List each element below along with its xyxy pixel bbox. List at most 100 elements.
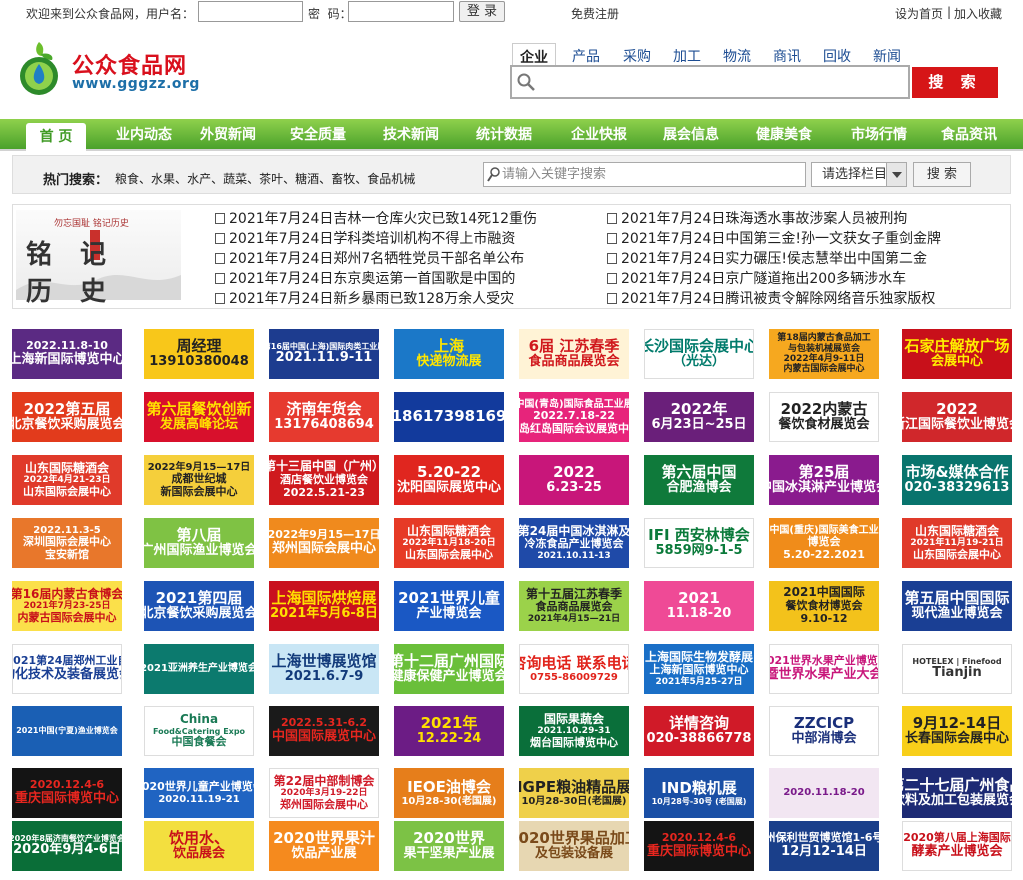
news-item[interactable]: 2021年7月24日郑州7名牺牲党员干部名单公布 — [215, 248, 524, 268]
exhibition-ad-banner[interactable]: 第22届中部制博会 2020年3月19-22日 郑州国际会展中心 — [269, 768, 379, 818]
search-input[interactable] — [510, 65, 910, 99]
search-tab-news[interactable]: 新闻 — [865, 43, 909, 67]
exhibition-ad-banner[interactable]: 饮用水、 饮品展会 — [144, 821, 254, 871]
exhibition-ad-banner[interactable]: 9月12-14日 长春国际会展中心 — [902, 706, 1012, 756]
hot-word[interactable]: 糖酒 — [295, 172, 319, 186]
search-tab-company[interactable]: 企业 — [512, 43, 556, 67]
exhibition-ad-banner[interactable]: 2022年 6月23日~25日 — [644, 392, 754, 442]
search-tab-recycle[interactable]: 回收 — [815, 43, 859, 67]
register-link[interactable]: 免费注册 — [571, 5, 619, 22]
exhibition-ad-banner[interactable]: 2021世界水果产业博览会暨世界水果产业大会 — [769, 644, 879, 694]
exhibition-ad-banner[interactable]: 上海国际生物发酵展 上海新国际博览中心 2021年5月25-27日 — [644, 644, 754, 694]
exhibition-ad-banner[interactable]: 第16届中国(上海)国际肉类工业展2021.11.9-11 — [269, 329, 379, 379]
exhibition-ad-banner[interactable]: 第十五届江苏春季 食品商品展览会 2021年4月15—21日 — [519, 581, 629, 631]
exhibition-ad-banner[interactable]: 中国(重庆)国际美食工业 博览会 5.20-22.2021 — [769, 518, 879, 568]
exhibition-ad-banner[interactable]: 山东国际糖酒会 2022年4月21-23日 山东国际会展中心 — [12, 455, 122, 505]
password-field[interactable] — [348, 1, 454, 22]
news-item[interactable]: 2021年7月24日吉林一仓库火灾已致14死12重伤 — [215, 208, 537, 228]
username-field[interactable] — [198, 1, 303, 22]
nav-statistics[interactable]: 统计数据 — [468, 119, 540, 151]
exhibition-ad-banner[interactable]: 2020.12.4-6 重庆国际博览中心 — [644, 821, 754, 871]
category-select[interactable]: 请选择栏目 — [811, 162, 907, 187]
hot-word[interactable]: 蔬菜 — [223, 172, 247, 186]
nav-home[interactable]: 首 页 — [26, 123, 86, 151]
nav-industry-news[interactable]: 业内动态 — [108, 119, 180, 151]
exhibition-ad-banner[interactable]: 2022年9月15—17日 郑州国际会展中心 — [269, 518, 379, 568]
exhibition-ad-banner[interactable]: 2021第24届郑州工业自动化技术及装备展览会 — [12, 644, 122, 694]
exhibition-ad-banner[interactable]: IFI 西安林博会 5859网9-1-5 — [644, 518, 754, 568]
keyword-search-input[interactable]: 请输入关键字搜索 — [483, 162, 806, 187]
exhibition-ad-banner[interactable]: HOTELEX | Finefood Tianjin — [902, 644, 1012, 694]
exhibition-ad-banner[interactable]: 第二十七届广州食品饮料及加工包装展览会 — [902, 768, 1012, 818]
exhibition-ad-banner[interactable]: 国际果蔬会 2021.10.29-31 烟台国际博览中心 — [519, 706, 629, 756]
exhibition-ad-banner[interactable]: 2020.12.4-6 重庆国际博览中心 — [12, 768, 122, 818]
exhibition-ad-banner[interactable]: 2021年 12.22-24 — [394, 706, 504, 756]
exhibition-ad-banner[interactable]: 2022内蒙古 餐饮食材展览会 — [769, 392, 879, 442]
exhibition-ad-banner[interactable]: 周经理 13910380048 — [144, 329, 254, 379]
search-tab-processing[interactable]: 加工 — [665, 43, 709, 67]
hot-word[interactable]: 粮食 — [115, 172, 139, 186]
search-tab-business-news[interactable]: 商讯 — [765, 43, 809, 67]
exhibition-ad-banner[interactable]: 18617398169 — [394, 392, 504, 442]
hot-word[interactable]: 食品机械 — [367, 172, 415, 186]
exhibition-ad-banner[interactable]: 2021亚洲养生产业博览会 — [144, 644, 254, 694]
exhibition-ad-banner[interactable]: 2020年8届济南餐饮产业博览会 2020年9月4-6日 — [12, 821, 122, 871]
search-button[interactable]: 搜 索 — [912, 67, 998, 98]
exhibition-ad-banner[interactable]: 第十三届中国（广州） 酒店餐饮业博览会 2022.5.21-23 — [269, 455, 379, 505]
exhibition-ad-banner[interactable]: 2022第五届 北京餐饮采购展览会 — [12, 392, 122, 442]
exhibition-ad-banner[interactable]: 第十二届广州国际 健康保健产业博览会 — [394, 644, 504, 694]
exhibition-ad-banner[interactable]: 6届 江苏春季 食品商品展览会 — [519, 329, 629, 379]
exhibition-ad-banner[interactable]: 2021世界儿童 产业博览会 — [394, 581, 504, 631]
exhibition-ad-banner[interactable]: 山东国际糖酒会 2021年11月19-21日 山东国际会展中心 — [902, 518, 1012, 568]
exhibition-ad-banner[interactable]: 第八届 广州国际渔业博览会 — [144, 518, 254, 568]
news-item[interactable]: 2021年7月24日学科类培训机构不得上市融资 — [215, 228, 515, 248]
exhibition-ad-banner[interactable]: 2021 11.18-20 — [644, 581, 754, 631]
exhibition-ad-banner[interactable]: 2022.11.3-5 深圳国际会展中心 宝安新馆 — [12, 518, 122, 568]
exhibition-ad-banner[interactable]: 第24届中国冰淇淋及 冷冻食品产业博览会 2021.10.11-13 — [519, 518, 629, 568]
exhibition-ad-banner[interactable]: 2022.5.31-6.2 中国国际展览中心 — [269, 706, 379, 756]
exhibition-ad-banner[interactable]: 2020第八届上海国际 酵素产业博览会 — [902, 821, 1012, 871]
search-tab-purchase[interactable]: 采购 — [615, 43, 659, 67]
exhibition-ad-banner[interactable]: 2022.11.8-10 上海新国际博览中心 — [12, 329, 122, 379]
exhibition-ad-banner[interactable]: IEOE油博会 10月28-30(老国展) — [394, 768, 504, 818]
news-item[interactable]: 2021年7月24日新乡暴雨已致128万余人受灾 — [215, 288, 514, 308]
exhibition-ad-banner[interactable]: 上海 快递物流展 — [394, 329, 504, 379]
exhibition-ad-banner[interactable]: 详情咨询 020-38866778 — [644, 706, 754, 756]
news-item[interactable]: 2021年7月24日腾讯被责令解除网络音乐独家版权 — [607, 288, 935, 308]
exhibition-ad-banner[interactable]: 济南年货会 13176408694 — [269, 392, 379, 442]
exhibition-ad-banner[interactable]: 2020世界果汁 饮品产业展 — [269, 821, 379, 871]
exhibition-ad-banner[interactable]: 2020.11.18-20 — [769, 768, 879, 818]
add-favorite-link[interactable]: 加入收藏 — [954, 5, 1002, 22]
news-item[interactable]: 2021年7月24日中国第三金!孙一文获女子重剑金牌 — [607, 228, 941, 248]
exhibition-ad-banner[interactable]: 2022 6.23-25 — [519, 455, 629, 505]
exhibition-ad-banner[interactable]: 2020世界果品加工及包装设备展 — [519, 821, 629, 871]
news-item[interactable]: 2021年7月24日珠海透水事故涉案人员被刑拘 — [607, 208, 907, 228]
search-tab-logistics[interactable]: 物流 — [715, 43, 759, 67]
exhibition-ad-banner[interactable]: 2021第四届 北京餐饮采购展览会 — [144, 581, 254, 631]
news-feature-image[interactable]: 勿忘国耻 铭记历史 铭记历史 — [16, 210, 181, 307]
exhibition-ad-banner[interactable]: 石家庄解放广场 会展中心 — [902, 329, 1012, 379]
chevron-down-icon[interactable] — [886, 163, 906, 186]
nav-company-news[interactable]: 企业快报 — [563, 119, 635, 151]
exhibition-ad-banner[interactable]: 第五届中国国际 现代渔业博览会 — [902, 581, 1012, 631]
exhibition-ad-banner[interactable]: 上海世博展览馆 2021.6.7-9 — [269, 644, 379, 694]
exhibition-ad-banner[interactable]: 2022年9月15—17日 成都世纪城 新国际会展中心 — [144, 455, 254, 505]
exhibition-ad-banner[interactable]: 第16届内蒙古食博会 2021年7月23-25日 内蒙古国际会展中心 — [12, 581, 122, 631]
hot-word[interactable]: 水果 — [151, 172, 175, 186]
search-tab-product[interactable]: 产品 — [564, 43, 608, 67]
exhibition-ad-banner[interactable]: ZZCICP 中部消博会 — [769, 706, 879, 756]
news-item[interactable]: 2021年7月24日东京奥运第一首国歌是中国的 — [215, 268, 515, 288]
hot-word[interactable]: 水产 — [187, 172, 211, 186]
nav-market[interactable]: 市场行情 — [843, 119, 915, 151]
set-home-link[interactable]: 设为首页 — [895, 5, 943, 22]
exhibition-ad-banner[interactable]: 5.20-22 沈阳国际展览中心 — [394, 455, 504, 505]
exhibition-ad-banner[interactable]: 2021中国国际 餐饮食材博览会 9.10-12 — [769, 581, 879, 631]
nav-safety-quality[interactable]: 安全质量 — [282, 119, 354, 151]
hot-word[interactable]: 茶叶 — [259, 172, 283, 186]
logo-icon[interactable] — [16, 40, 62, 96]
login-button[interactable]: 登 录 — [459, 1, 505, 22]
exhibition-ad-banner[interactable]: 上海国际烘焙展 2021年5月6-8日 — [269, 581, 379, 631]
exhibition-ad-banner[interactable]: 第六届中国 合肥渔博会 — [644, 455, 754, 505]
exhibition-ad-banner[interactable]: IND粮机展 10月28号-30号 (老国展) — [644, 768, 754, 818]
exhibition-ad-banner[interactable]: IGPE粮油精品展 10月28-30日(老国展) — [519, 768, 629, 818]
